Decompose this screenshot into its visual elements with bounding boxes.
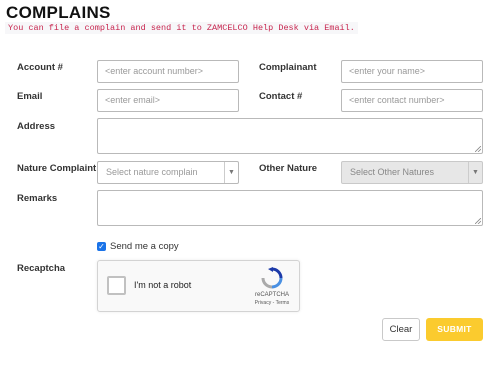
other-nature-value: Select Other Natures — [350, 167, 435, 177]
recaptcha-terms-link[interactable]: Terms — [276, 300, 290, 306]
account-label: Account # — [17, 62, 63, 73]
complainant-label: Complainant — [259, 62, 317, 73]
nature-complaint-label: Nature Complaint — [17, 163, 97, 174]
recaptcha-separator: - — [272, 300, 275, 306]
remarks-label: Remarks — [17, 193, 58, 204]
account-number-input[interactable]: <enter account number> — [97, 60, 239, 83]
recaptcha-checkbox[interactable] — [107, 276, 126, 295]
recaptcha-brand: reCAPTCHA — [254, 292, 289, 298]
recaptcha-label: Recaptcha — [17, 263, 66, 274]
submit-button[interactable]: SUBMIT — [426, 318, 483, 341]
clear-button[interactable]: Clear — [382, 318, 420, 341]
recaptcha-widget: I'm not a robot reCAPTCHA Privacy - Term… — [97, 260, 300, 312]
nature-complaint-value: Select nature complain — [106, 167, 198, 177]
send-copy-label[interactable]: Send me a copy — [110, 241, 179, 252]
remarks-textarea[interactable] — [97, 190, 483, 226]
email-label: Email — [17, 91, 43, 102]
chevron-down-icon: ▼ — [468, 162, 482, 183]
chevron-down-icon: ▼ — [224, 162, 238, 183]
send-copy-checkbox[interactable]: ✓ — [97, 242, 106, 251]
contact-number-input[interactable]: <enter contact number> — [341, 89, 483, 112]
other-nature-select: Select Other Natures ▼ — [341, 161, 483, 184]
contact-label: Contact # — [259, 91, 303, 102]
other-nature-label: Other Nature — [259, 163, 318, 174]
resize-handle-icon[interactable] — [475, 146, 481, 152]
resize-handle-icon[interactable] — [475, 218, 481, 224]
page-subtitle: You can file a complain and send it to Z… — [5, 22, 358, 34]
address-textarea[interactable] — [97, 118, 483, 154]
recaptcha-logo-icon — [261, 267, 283, 289]
recaptcha-privacy-link[interactable]: Privacy — [255, 300, 271, 306]
page-title: COMPLAINS — [6, 3, 111, 22]
recaptcha-links: Privacy - Terms — [244, 300, 300, 306]
address-label: Address — [17, 121, 56, 132]
recaptcha-checkbox-label: I'm not a robot — [134, 280, 192, 290]
complainant-input[interactable]: <enter your name> — [341, 60, 483, 83]
nature-complaint-select[interactable]: Select nature complain ▼ — [97, 161, 239, 184]
email-input[interactable]: <enter email> — [97, 89, 239, 112]
